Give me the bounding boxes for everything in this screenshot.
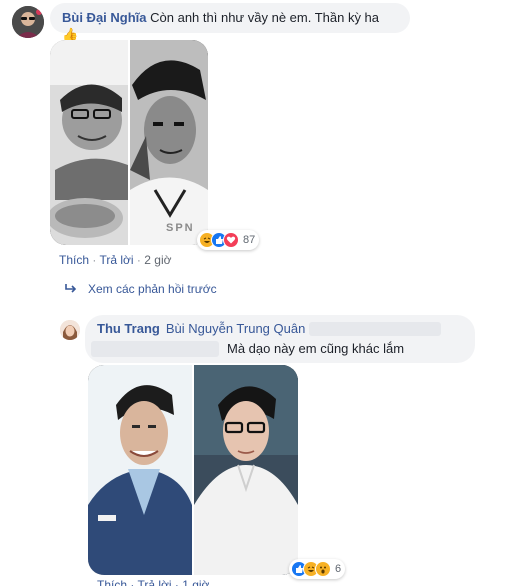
reply-link[interactable]: Trả lời [99, 253, 133, 267]
comment-actions: Thích · Trả lời · 2 giờ [59, 253, 172, 267]
reaction-count: 6 [335, 563, 342, 575]
reply-bubble: Thu Trang Bùi Nguyễn Trung Quân Mà dạo n… [85, 315, 475, 363]
love-reaction-icon [223, 232, 239, 248]
commenter-avatar[interactable] [12, 6, 44, 38]
like-link[interactable]: Thích [59, 253, 89, 267]
reaction-count: 87 [243, 234, 256, 246]
reply-photo[interactable] [88, 365, 298, 575]
reply-author[interactable]: Thu Trang [97, 320, 160, 337]
reply-text: Mà dạo này em cũng khác lắm [227, 341, 405, 356]
reply-avatar[interactable] [60, 320, 80, 340]
comment-photo[interactable]: SPN [50, 40, 208, 245]
redacted-bar [91, 340, 219, 357]
comment-timestamp[interactable]: 2 giờ [144, 253, 171, 267]
mention-link[interactable]: Bùi Nguyễn Trung Quân [166, 320, 305, 337]
comment-bubble: Bùi Đại Nghĩa Còn anh thì như vầy nè em.… [50, 3, 410, 42]
reply-actions[interactable]: Thích · Trả lời · 1 giờ [97, 578, 209, 586]
wow-reaction-icon [315, 561, 331, 577]
redacted-bar [309, 321, 442, 336]
photo-watermark: SPN [166, 222, 195, 234]
reply-reaction-summary[interactable]: 6 [289, 559, 346, 579]
reaction-summary[interactable]: 87 [197, 230, 260, 250]
view-previous-replies-label: Xem các phản hồi trước [88, 282, 217, 296]
comment-author[interactable]: Bùi Đại Nghĩa [62, 10, 147, 25]
comment-text: Còn anh thì như vầy nè em. Thần kỳ ha [150, 10, 380, 25]
view-previous-replies[interactable]: Xem các phản hồi trước [64, 282, 217, 296]
reply-arrow-icon [64, 283, 78, 295]
